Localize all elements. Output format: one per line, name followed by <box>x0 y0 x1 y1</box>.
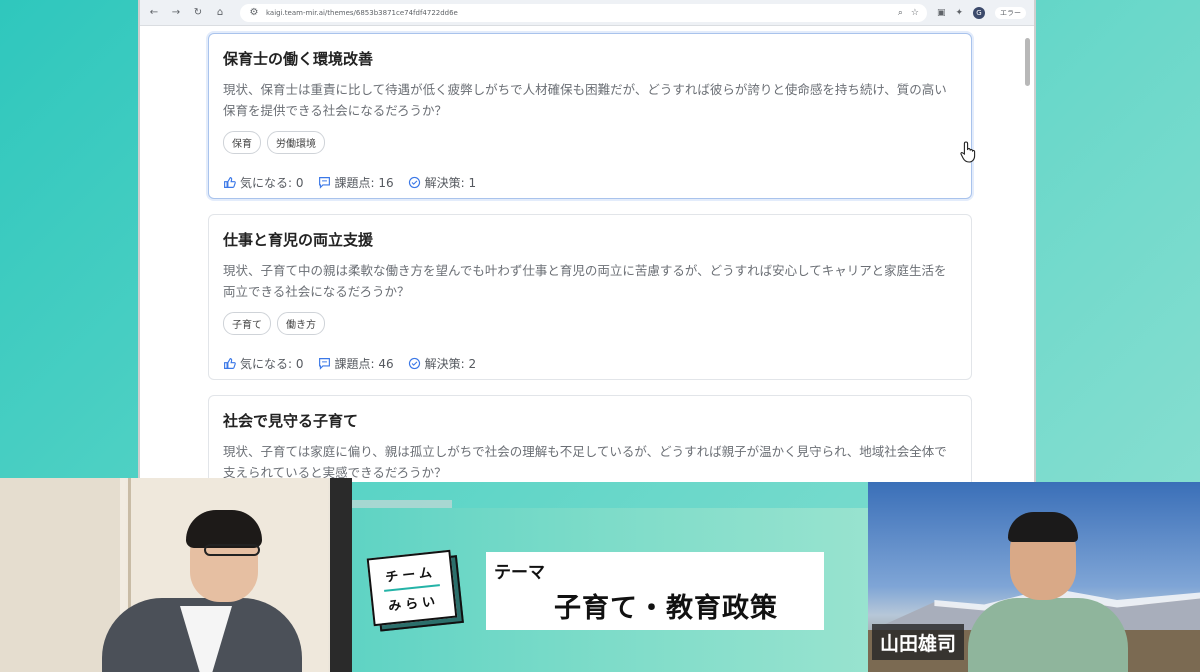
error-indicator[interactable]: エラー <box>995 6 1026 19</box>
profile-avatar[interactable]: G <box>973 6 985 19</box>
issues-stat[interactable]: 課題点: 46 <box>318 355 394 372</box>
solutions-stat[interactable]: 解決策: 2 <box>408 355 477 372</box>
stats-row: 気になる: 0 課題点: 46 解決策: 2 <box>223 355 957 372</box>
webcam-right: 山田雄司 <box>868 482 1200 672</box>
theme-card-description: 現状、子育ては家庭に偏り、親は孤立しがちで社会の理解も不足しているが、どうすれば… <box>223 444 947 480</box>
tag-list: 子育て 働き方 <box>223 312 957 335</box>
participant-name-tag: 山田雄司 <box>872 624 965 660</box>
puzzle-icon[interactable]: ✦ <box>955 8 963 18</box>
issues-label: 課題点: 46 <box>334 357 394 371</box>
logo-line-1: チーム <box>384 565 437 586</box>
tag-list: 保育 労働環境 <box>223 131 957 154</box>
tag-chip[interactable]: 労働環境 <box>267 131 325 154</box>
theme-card-2[interactable]: 仕事と育児の両立支援 現状、子育て中の親は柔軟な働き方を望んでも叶わず仕事と育児… <box>208 214 972 380</box>
site-info-icon[interactable]: ⚙ <box>248 7 260 18</box>
likes-stat[interactable]: 気になる: 0 <box>223 174 304 191</box>
forward-icon[interactable]: → <box>170 7 182 18</box>
theme-card-title: 仕事と育児の両立支援 <box>223 231 374 249</box>
url-field[interactable]: ⚙ kaigi.team-mir.ai/themes/6853b3871ce74… <box>240 3 927 22</box>
theme-card-description: 現状、保育士は重責に比して待遇が低く疲弊しがちで人材確保も困難だが、どうすれば彼… <box>223 82 947 118</box>
theme-box: テーマ 子育て・教育政策 <box>486 552 824 630</box>
theme-title: 子育て・教育政策 <box>554 593 778 624</box>
thumbs-up-icon <box>224 358 236 369</box>
theme-card-description: 現状、子育て中の親は柔軟な働き方を望んでも叶わず仕事と育児の両立に苦慮するが、ど… <box>223 263 947 299</box>
logo-line-2: みらい <box>387 594 440 615</box>
tag-chip[interactable]: 子育て <box>223 312 271 335</box>
tag-chip[interactable]: 働き方 <box>277 312 325 335</box>
reload-icon[interactable]: ↻ <box>192 7 204 18</box>
likes-label: 気になる: 0 <box>240 357 304 371</box>
solutions-stat[interactable]: 解決策: 1 <box>408 174 477 191</box>
tag-chip[interactable]: 保育 <box>223 131 261 154</box>
zoom-icon[interactable]: ⌕ <box>898 8 903 18</box>
hand-cursor-icon <box>960 141 976 163</box>
comment-icon <box>318 177 330 189</box>
team-mirai-logo: チーム みらい <box>366 549 464 632</box>
theme-card-3[interactable]: 社会で見守る子育て 現状、子育ては家庭に偏り、親は孤立しがちで社会の理解も不足し… <box>208 395 972 482</box>
page-scrollbar[interactable] <box>1025 38 1030 86</box>
check-circle-icon <box>408 176 420 189</box>
browser-window: ← → ↻ ⌂ ⚙ kaigi.team-mir.ai/themes/6853b… <box>138 0 1036 482</box>
theme-card-title: 社会で見守る子育て <box>223 412 359 430</box>
issues-label: 課題点: 16 <box>334 176 394 190</box>
likes-stat[interactable]: 気になる: 0 <box>223 355 304 372</box>
check-circle-icon <box>408 357 420 370</box>
url-text: kaigi.team-mir.ai/themes/6853b3871ce74fd… <box>266 8 458 17</box>
stats-row: 気になる: 0 課題点: 16 解決策: 1 <box>223 174 957 191</box>
theme-card-1[interactable]: 保育士の働く環境改善 現状、保育士は重責に比して待遇が低く疲弊しがちで人材確保も… <box>208 33 972 199</box>
theme-card-title: 保育士の働く環境改善 <box>223 50 374 68</box>
address-bar: ← → ↻ ⌂ ⚙ kaigi.team-mir.ai/themes/6853b… <box>140 0 1034 26</box>
theme-banner: チーム みらい テーマ 子育て・教育政策 <box>352 508 868 672</box>
webcam-left <box>0 478 352 672</box>
comment-icon <box>318 358 330 370</box>
issues-stat[interactable]: 課題点: 16 <box>318 174 394 191</box>
extension-icon[interactable]: ▣ <box>937 8 946 18</box>
likes-label: 気になる: 0 <box>240 176 304 190</box>
theme-label: テーマ <box>494 563 545 583</box>
solutions-label: 解決策: 2 <box>424 357 477 371</box>
bookmark-star-icon[interactable]: ☆ <box>911 8 919 18</box>
thumbs-up-icon <box>224 177 236 188</box>
home-icon[interactable]: ⌂ <box>214 7 226 18</box>
back-icon[interactable]: ← <box>148 7 160 18</box>
solutions-label: 解決策: 1 <box>424 176 477 190</box>
